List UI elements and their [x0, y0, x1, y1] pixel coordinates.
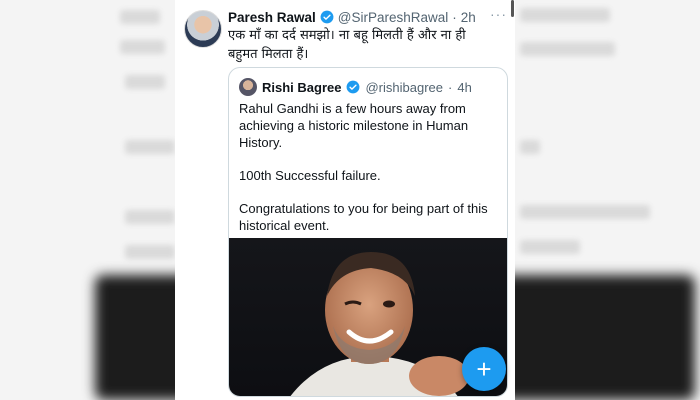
quoted-paragraph: Rahul Gandhi is a few hours away from ac… — [239, 101, 469, 150]
verified-badge-icon — [347, 80, 360, 94]
quoted-paragraph: Congratulations to you for being part of… — [239, 201, 488, 233]
author-handle[interactable]: @SirPareshRawal — [338, 10, 449, 25]
compose-button[interactable]: + — [462, 347, 506, 391]
quoted-author-avatar — [239, 78, 257, 96]
separator-dot: · — [448, 79, 453, 95]
verified-badge-icon — [320, 10, 334, 24]
tweet-card[interactable]: Paresh Rawal @SirPareshRawal · 2h ··· एक… — [175, 0, 515, 400]
quoted-author-name: Rishi Bagree — [262, 79, 342, 95]
author-avatar[interactable] — [184, 10, 222, 48]
tweet-text: एक माँ का दर्द समझो। ना बहू मिलती हैं और… — [228, 28, 466, 62]
quoted-tweet-text: Rahul Gandhi is a few hours away from ac… — [239, 100, 497, 250]
quoted-tweet[interactable]: Rishi Bagree @rishibagree · 4h Rahul Gan… — [228, 67, 508, 397]
plus-icon: + — [476, 353, 492, 384]
tweet-header: Paresh Rawal @SirPareshRawal · 2h — [228, 8, 505, 26]
scrollbar[interactable] — [511, 0, 514, 17]
quoted-paragraph: 100th Successful failure. — [239, 168, 381, 183]
author-name[interactable]: Paresh Rawal — [228, 10, 316, 25]
tweet-time[interactable]: 2h — [461, 10, 476, 25]
separator-dot: · — [452, 9, 457, 25]
quoted-tweet-time: 4h — [457, 79, 472, 95]
more-options-icon[interactable]: ··· — [490, 6, 507, 22]
quoted-tweet-header: Rishi Bagree @rishibagree · 4h — [239, 78, 472, 96]
quoted-author-handle: @rishibagree — [365, 79, 443, 95]
